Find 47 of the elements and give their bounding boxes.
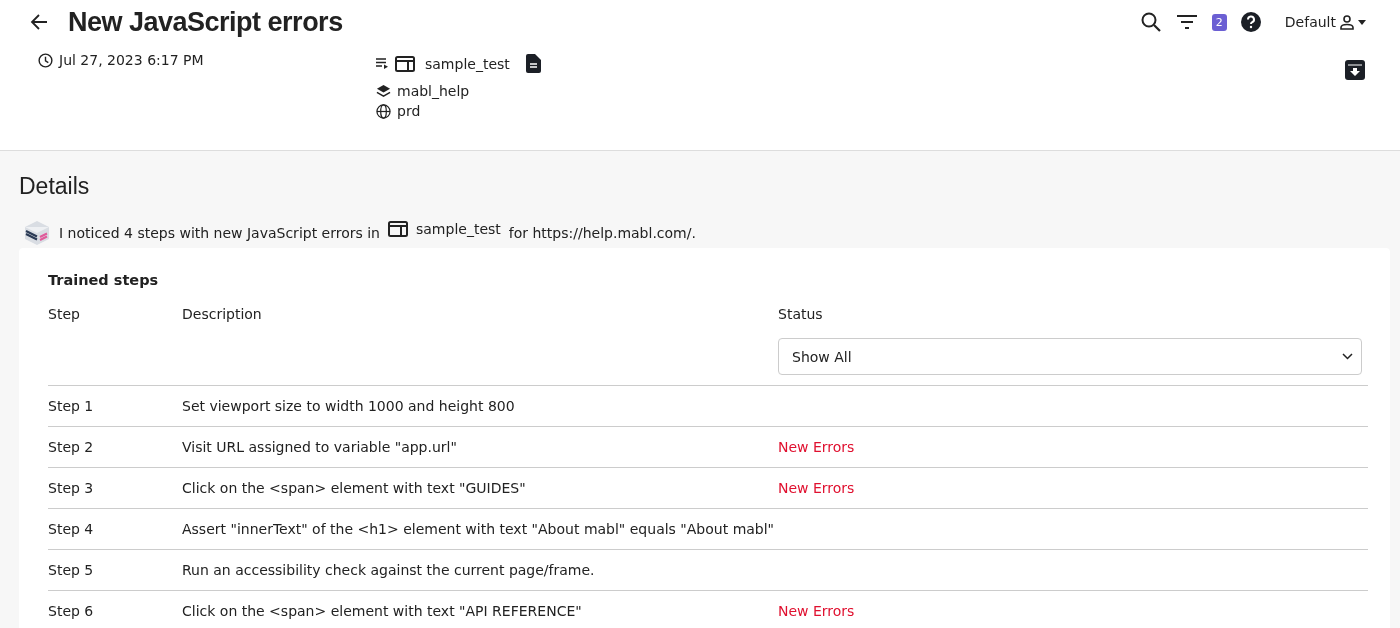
workspace-name: mabl_help [397, 82, 470, 101]
document-icon[interactable] [525, 54, 541, 73]
table-cell-text: Click on the <span> element with text "API REFERENCE" [182, 603, 583, 619]
status-text: New Errors [778, 603, 856, 619]
table-cell-text: Step 1 [48, 398, 95, 414]
environment-name: prd [397, 102, 421, 121]
timestamp: Jul 27, 2023 6:17 PM [59, 52, 204, 68]
table-cell-text: Set viewport size to width 1000 and height 800 [182, 398, 516, 414]
column-header: Status [778, 306, 824, 322]
status-filter-select[interactable]: Show All [778, 338, 1362, 375]
test-link[interactable]: sample_test [425, 55, 510, 72]
notification-badge[interactable]: 2 [1211, 13, 1227, 31]
user-menu[interactable]: Default [1274, 14, 1366, 30]
column-header: Description [182, 306, 263, 322]
table-cell-text: Click on the <span> element with text "GUIDES" [182, 480, 527, 496]
archive-icon[interactable] [1344, 59, 1366, 81]
message-text: I noticed 4 steps with new JavaScript errors in [59, 225, 380, 241]
back-arrow-icon[interactable] [30, 14, 48, 30]
caret-icon [1358, 19, 1366, 25]
browser-window-icon [388, 221, 408, 237]
table-cell-text: Step 5 [48, 562, 95, 578]
page-title: New JavaScript errors [68, 6, 343, 38]
table-cell-text: Step 6 [48, 603, 95, 619]
table-cell-text: Step 4 [48, 521, 95, 537]
table-cell-text: Visit URL assigned to variable "app.url" [182, 439, 458, 455]
table-cell-text: Step 3 [48, 480, 95, 496]
filter-icon[interactable] [1175, 14, 1198, 30]
test-link[interactable]: sample_test [416, 221, 501, 237]
layers-icon [376, 83, 391, 99]
globe-icon [376, 103, 391, 119]
table-cell-text: Assert "innerText" of the <h1> element with text "About mabl" equals "About mabl" [182, 521, 776, 537]
browser-window-icon [395, 55, 415, 72]
status-text: New Errors [778, 480, 856, 496]
person-icon [1339, 14, 1355, 30]
chevron-down-icon [1342, 353, 1353, 360]
column-header: Step [48, 306, 81, 322]
search-icon[interactable] [1139, 11, 1162, 33]
message-text: for https://help.mabl.com/. [508, 225, 696, 241]
table-cell-text: Run an accessibility check against the current page/frame. [182, 562, 596, 578]
card-title: Trained steps [48, 272, 160, 288]
help-icon[interactable] [1240, 12, 1261, 32]
section-heading: Details [19, 172, 91, 201]
cube-logo-icon [23, 219, 51, 247]
status-text: New Errors [778, 439, 856, 455]
table-cell-text: Step 2 [48, 439, 95, 455]
clock-icon [38, 52, 53, 68]
list-icon [376, 58, 389, 69]
